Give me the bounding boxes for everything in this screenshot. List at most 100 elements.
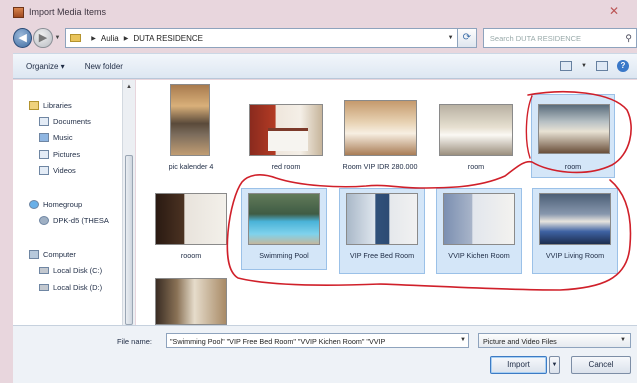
nav-pictures-label: Pictures [53, 150, 81, 159]
nav-computer[interactable]: Computer [29, 250, 76, 259]
nav-disk-c-label: Local Disk (C:) [53, 266, 103, 275]
file-type-value: Picture and Video Files [483, 337, 557, 346]
scroll-up-icon[interactable]: ▲ [126, 84, 132, 90]
organize-button[interactable]: Organize ▾ [26, 62, 65, 71]
nav-disk-c[interactable]: Local Disk (C:) [39, 266, 102, 275]
file-type-select[interactable]: Picture and Video Files ▼ [478, 333, 631, 348]
nav-libraries-label: Libraries [43, 101, 72, 110]
address-bar[interactable]: ▶ Aulia ▶ DUTA RESIDENCE ▼ [65, 28, 458, 48]
computer-icon [29, 250, 39, 259]
file-label: pic kalender 4 [168, 162, 214, 171]
window-title: Import Media Items [29, 7, 107, 17]
file-name-value: "Swimming Pool" "VIP Free Bed Room" "VVI… [170, 337, 386, 346]
file-label: room [467, 162, 485, 171]
nav-pictures[interactable]: Pictures [39, 150, 80, 159]
file-thumbnail [538, 104, 610, 154]
nav-music[interactable]: Music [39, 133, 73, 142]
file-thumbnail [439, 104, 513, 156]
file-tile-selected[interactable]: room [531, 94, 615, 178]
user-icon [39, 216, 49, 225]
file-thumbnail [170, 84, 210, 156]
nav-music-label: Music [53, 133, 73, 142]
file-thumbnail [443, 193, 515, 245]
videos-icon [39, 166, 49, 175]
folder-icon [70, 34, 82, 42]
disk-icon [39, 267, 49, 274]
file-name-label: File name: [117, 337, 153, 346]
file-label: VVIP Living Room [545, 251, 605, 260]
chevron-down-icon[interactable]: ▼ [581, 63, 587, 69]
nav-libraries[interactable]: Libraries [29, 101, 72, 110]
file-tile-selected[interactable]: Swimming Pool [241, 188, 327, 270]
file-name-input[interactable]: "Swimming Pool" "VIP Free Bed Room" "VVI… [166, 333, 469, 348]
file-tile[interactable]: room [434, 82, 518, 177]
file-thumbnail [344, 100, 417, 156]
nav-videos-label: Videos [53, 166, 76, 175]
help-icon[interactable]: ? [617, 60, 629, 72]
breadcrumb-aulia[interactable]: Aulia [101, 34, 119, 43]
back-button[interactable]: ◀ [13, 28, 33, 48]
file-label: room [564, 162, 582, 171]
nav-disk-d[interactable]: Local Disk (D:) [39, 283, 102, 292]
preview-pane-icon[interactable] [596, 61, 608, 71]
close-button[interactable]: ✕ [605, 4, 623, 19]
homegroup-icon [29, 200, 39, 209]
file-thumbnail [155, 278, 227, 325]
file-thumbnail [248, 193, 320, 245]
import-options-dropdown[interactable]: ▼ [549, 356, 560, 374]
change-view-icon[interactable] [560, 61, 573, 71]
file-thumbnail [539, 193, 611, 245]
file-tile-selected[interactable]: VIP Free Bed Room [339, 188, 425, 274]
file-label: VVIP Kichen Room [448, 251, 510, 260]
libraries-icon [29, 101, 39, 110]
file-name-panel: File name: "Swimming Pool" "VIP Free Bed… [13, 325, 637, 383]
file-tile[interactable]: pic kalender 4 [156, 82, 226, 177]
search-icon: ⚲ [625, 32, 632, 43]
file-tile[interactable]: red room [244, 82, 328, 177]
nav-documents-label: Documents [53, 117, 91, 126]
music-icon [39, 133, 49, 142]
chevron-down-icon[interactable]: ▼ [460, 337, 466, 343]
chevron-right-icon: ▶ [123, 35, 129, 42]
file-tile-selected[interactable]: VVIP Kichen Room [436, 188, 522, 274]
file-tile[interactable]: Room VIP IDR 280.000 [338, 82, 422, 182]
nav-computer-label: Computer [43, 250, 76, 259]
search-placeholder: Search DUTA RESIDENCE [489, 33, 582, 43]
forward-button[interactable]: ▶ [33, 28, 53, 48]
address-row: ◀ ▶ ▼ ▶ Aulia ▶ DUTA RESIDENCE ▼ ⟳ Searc… [13, 27, 637, 49]
chevron-down-icon[interactable]: ▼ [445, 35, 457, 41]
file-tile-selected[interactable]: VVIP Living Room [532, 188, 618, 274]
import-media-dialog: Import Media Items ✕ ◀ ▶ ▼ ▶ Aulia ▶ DUT… [0, 0, 637, 383]
breadcrumb-duta-residence[interactable]: DUTA RESIDENCE [133, 34, 203, 43]
import-button[interactable]: Import [490, 356, 547, 374]
nav-homegroup-user-label: DPK-d5 (THESA [53, 216, 109, 225]
cancel-button[interactable]: Cancel [571, 356, 631, 374]
pictures-icon [39, 150, 49, 159]
nav-scrollbar[interactable]: ▲ [122, 80, 135, 325]
scrollbar-thumb[interactable] [125, 155, 133, 325]
search-input[interactable]: Search DUTA RESIDENCE ⚲ [482, 28, 637, 48]
file-tile[interactable]: rooom [153, 188, 229, 268]
file-label: red room [271, 162, 301, 171]
title-bar: Import Media Items ✕ [0, 0, 637, 24]
nav-homegroup[interactable]: Homegroup [29, 200, 82, 209]
nav-videos[interactable]: Videos [39, 166, 76, 175]
nav-documents[interactable]: Documents [39, 117, 91, 126]
file-label: Swimming Pool [259, 251, 309, 260]
navigation-pane: Libraries Documents Music Pictures Video… [13, 80, 123, 325]
chevron-down-icon: ▼ [620, 337, 626, 343]
nav-homegroup-label: Homegroup [43, 200, 83, 209]
file-thumbnail [155, 193, 227, 245]
nav-homegroup-user[interactable]: DPK-d5 (THESA [39, 216, 109, 225]
file-label: VIP Free Bed Room [349, 251, 415, 260]
recent-locations-dropdown[interactable]: ▼ [54, 35, 62, 41]
new-folder-button[interactable]: New folder [85, 62, 123, 71]
file-thumbnail [249, 104, 323, 156]
file-label: rooom [180, 251, 202, 260]
file-label: Room VIP IDR 280.000 [342, 162, 418, 171]
file-tile[interactable] [153, 276, 229, 325]
refresh-button[interactable]: ⟳ [457, 28, 477, 48]
command-bar: Organize ▾ New folder ▼ ? [13, 53, 637, 79]
documents-icon [39, 117, 49, 126]
chevron-right-icon: ▶ [91, 35, 96, 42]
